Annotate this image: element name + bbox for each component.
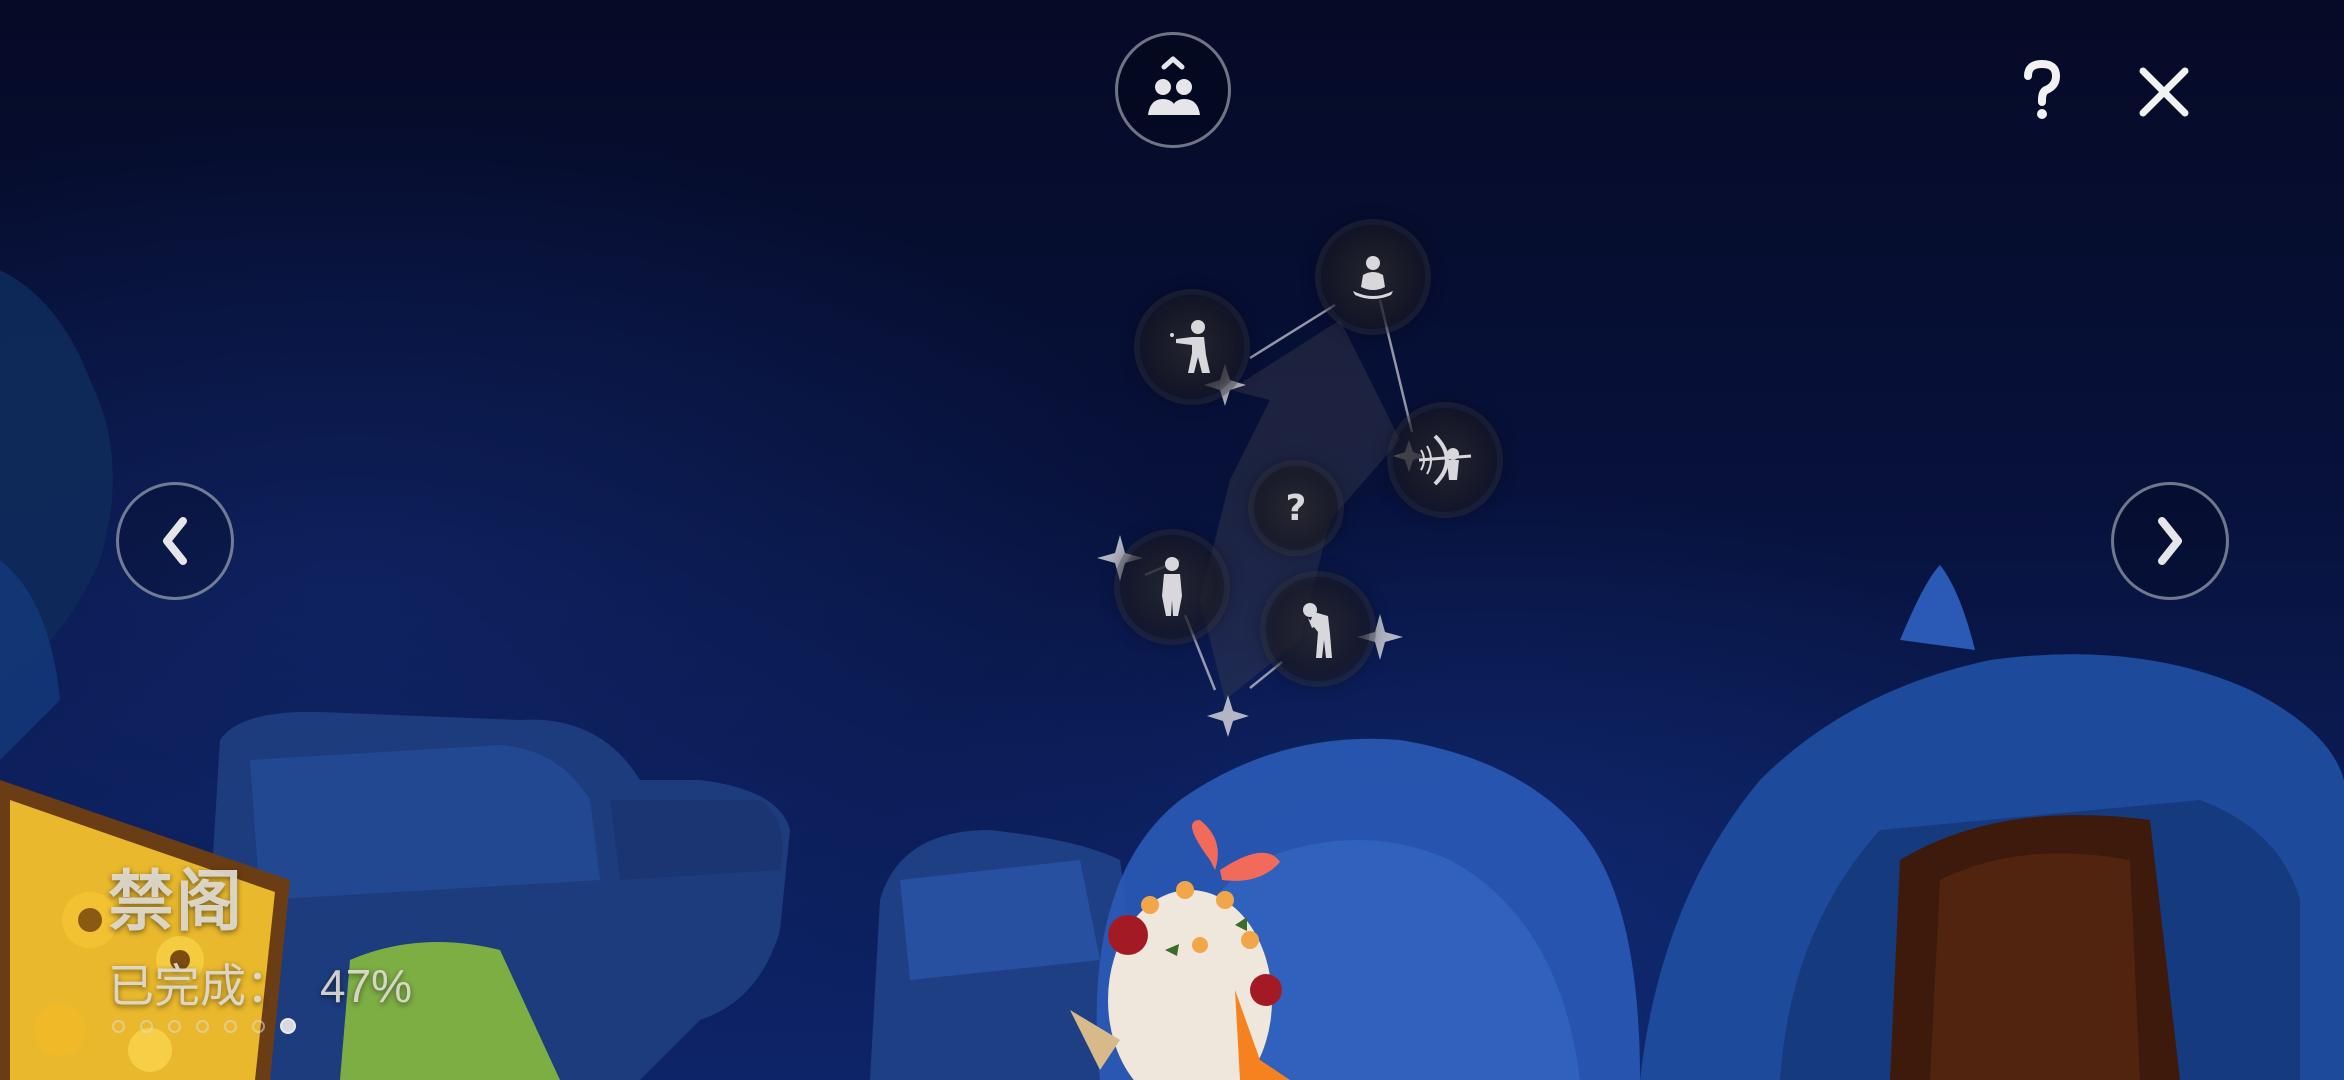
spirit-node-unknown[interactable]: ?: [1254, 466, 1338, 550]
progress-label: 已完成：: [108, 959, 292, 1013]
spirit-node-pointing[interactable]: [1140, 295, 1244, 399]
next-area-button[interactable]: [2111, 482, 2229, 600]
page-dot: [224, 1019, 237, 1033]
page-dot: [112, 1019, 125, 1033]
spirit-node-meditating[interactable]: [1321, 225, 1425, 329]
question-icon: ?: [1285, 487, 1307, 529]
page-dot: [196, 1019, 209, 1033]
point-icon: [1170, 320, 1210, 373]
page-dot: [252, 1019, 265, 1033]
question-icon: [2024, 60, 2061, 119]
area-title: 禁阁: [108, 863, 244, 940]
area-info: 禁阁 已完成： 47%: [108, 848, 412, 1016]
help-button[interactable]: [2010, 55, 2074, 127]
spirit-node-standing[interactable]: [1120, 535, 1224, 639]
chevron-right-icon: [2158, 517, 2182, 565]
stand-icon: [1162, 557, 1182, 616]
meditate-icon: [1353, 256, 1393, 299]
page-dot-active: [280, 1018, 296, 1034]
game-scene: ? 禁阁 已完成： 47%: [0, 0, 2344, 1080]
progress-value: 47%: [320, 960, 413, 1012]
page-indicator: [112, 1018, 296, 1034]
bow-icon: [1418, 434, 1472, 486]
friends-button[interactable]: [1115, 32, 1231, 148]
previous-area-button[interactable]: [116, 482, 234, 600]
spirit-node-bowing[interactable]: [1266, 577, 1370, 681]
page-dot: [168, 1019, 181, 1033]
page-dot: [140, 1019, 153, 1033]
close-icon: [2139, 67, 2189, 117]
spirit-node-archer[interactable]: [1393, 408, 1497, 512]
close-button[interactable]: [2130, 58, 2198, 126]
chevron-left-icon: [163, 517, 187, 565]
people-icon: [1148, 56, 1200, 115]
bow-down-icon: [1303, 603, 1332, 658]
progress-row: 已完成： 47%: [108, 950, 412, 1016]
